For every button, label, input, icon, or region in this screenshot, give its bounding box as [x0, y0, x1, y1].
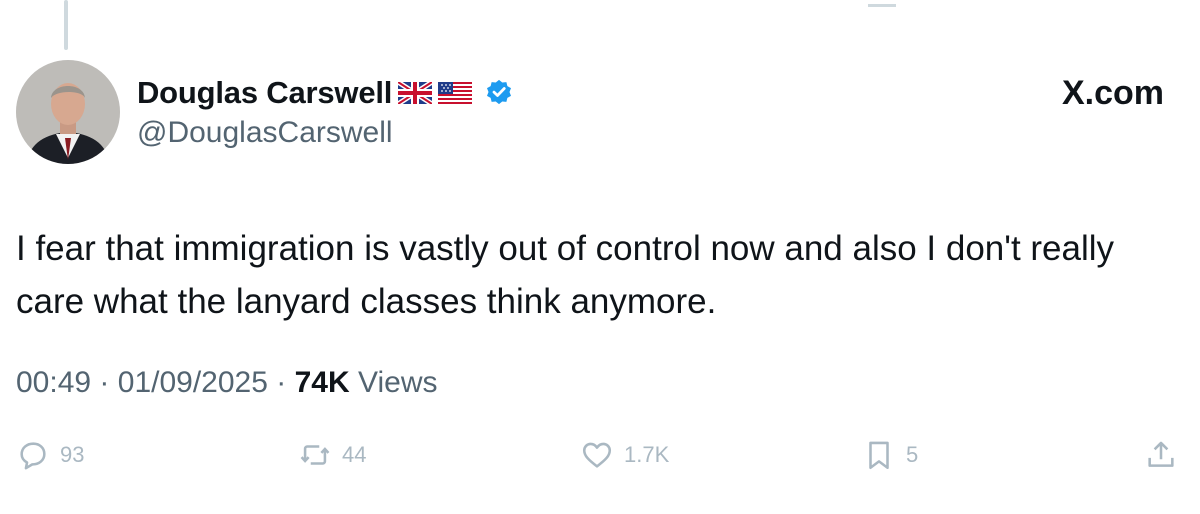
author-handle[interactable]: @DouglasCarswell: [137, 116, 393, 150]
bookmark-count: 5: [906, 442, 919, 467]
tweet-text: I fear that immigration is vastly out of…: [16, 229, 1115, 321]
tweet-meta: 00:49 · 01/09/2025 · 74K Views: [16, 366, 437, 400]
views-label: Views: [358, 366, 438, 399]
like-count: 1.7K: [624, 442, 670, 467]
cropped-icon-fragment: [868, 0, 896, 7]
tweet-date[interactable]: 01/09/2025: [118, 366, 268, 399]
share-icon: [1148, 441, 1174, 467]
reply-button[interactable]: 93: [16, 438, 84, 472]
reply-icon: [20, 442, 46, 470]
tweet-action-bar: 93 44 1.7K 5: [0, 438, 1200, 478]
meta-separator: ·: [276, 366, 287, 399]
reply-count: 93: [60, 442, 85, 467]
heart-icon: [582, 442, 612, 468]
verified-badge-icon: [484, 78, 514, 108]
avatar[interactable]: [16, 60, 120, 164]
us-flag-icon: [438, 82, 473, 104]
thread-connector-line: [64, 0, 68, 50]
uk-flag-icon: [396, 79, 434, 107]
bookmark-icon: [869, 441, 889, 470]
share-button[interactable]: [1144, 438, 1178, 472]
repost-button[interactable]: 44: [298, 438, 366, 472]
meta-separator: ·: [99, 366, 110, 399]
repost-icon: [300, 445, 330, 465]
repost-count: 44: [342, 442, 367, 467]
tweet-time[interactable]: 00:49: [16, 366, 91, 399]
views-count: 74K: [294, 366, 350, 399]
bookmark-button[interactable]: 5: [862, 438, 918, 472]
like-button[interactable]: 1.7K: [580, 438, 669, 472]
x-com-watermark: X.com: [1061, 74, 1164, 112]
author-name-row[interactable]: Douglas Carswell: [137, 74, 514, 112]
author-display-name[interactable]: Douglas Carswell: [137, 75, 392, 111]
